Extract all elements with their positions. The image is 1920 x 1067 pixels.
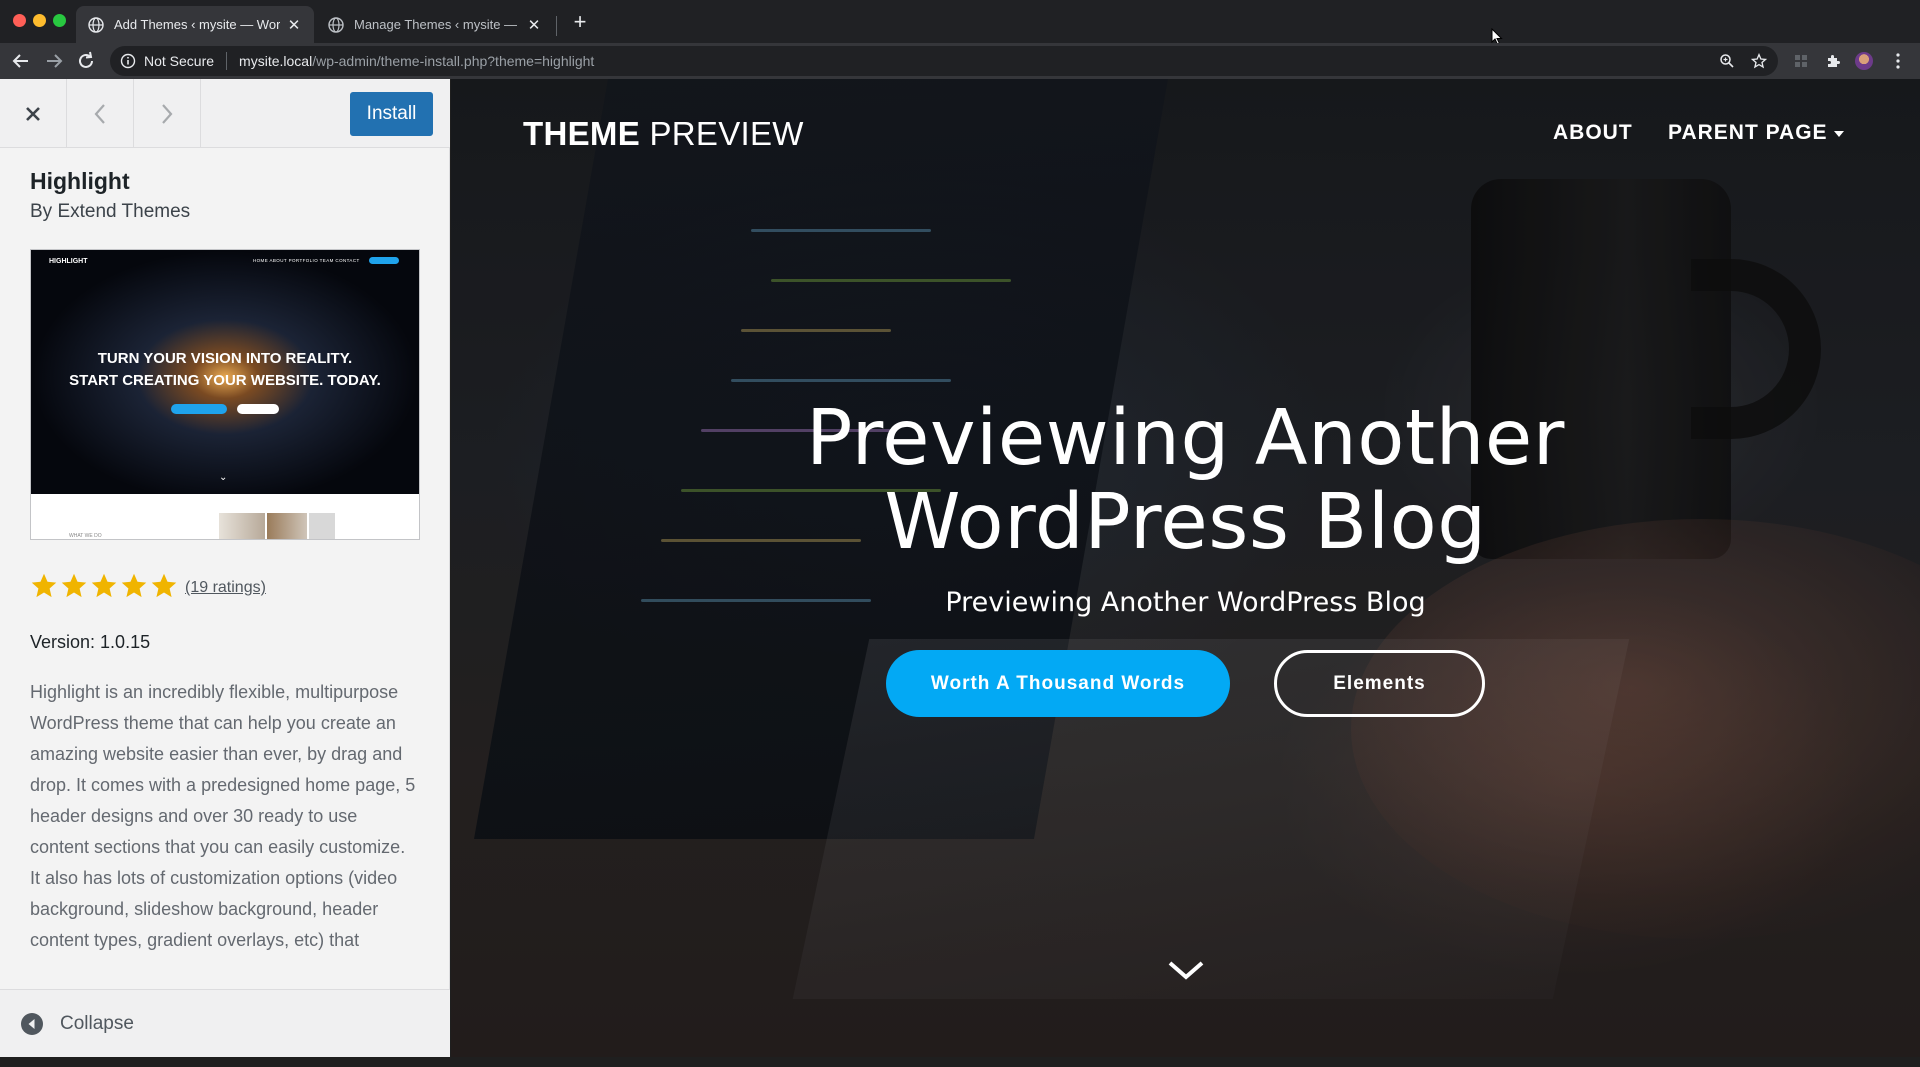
profile-avatar[interactable] [1855, 52, 1873, 70]
url-host: mysite.local [239, 53, 313, 69]
hero-title-line2: WordPress Blog [884, 478, 1487, 567]
screenshot-image [309, 513, 335, 539]
chevron-down-icon: ⌄ [219, 472, 228, 483]
collapse-button[interactable]: Collapse [0, 989, 450, 1057]
close-icon[interactable]: ✕ [286, 16, 302, 34]
browser-toolbar: Not Secure mysite.local/wp-admin/theme-i… [0, 43, 1920, 79]
extensions-icon[interactable] [1822, 50, 1844, 72]
close-icon[interactable]: ✕ [526, 16, 542, 34]
close-preview-button[interactable] [0, 79, 67, 148]
tab-separator [556, 16, 557, 36]
screenshot-section-label: WHAT WE DO [69, 533, 102, 539]
star-icon [31, 573, 57, 598]
window-zoom-button[interactable] [53, 14, 66, 27]
screenshot-primary-button [171, 404, 227, 414]
nav-parent-page[interactable]: PARENT PAGE [1668, 121, 1844, 145]
star-bookmark-icon[interactable] [1744, 46, 1774, 76]
zoom-icon[interactable] [1712, 46, 1742, 76]
screenshot-headline-line2: START CREATING YOUR WEBSITE. TODAY. [69, 372, 381, 389]
chevron-down-icon[interactable] [1164, 955, 1208, 985]
nav-parent-label: PARENT PAGE [1668, 121, 1828, 144]
theme-name: Highlight [30, 168, 130, 194]
window-close-button[interactable] [13, 14, 26, 27]
globe-icon [88, 16, 104, 33]
close-icon [26, 106, 40, 121]
theme-author: By Extend Themes [30, 201, 191, 222]
browser-tab-bar: Add Themes ‹ mysite — WordPress ✕ Manage… [0, 0, 1920, 46]
tab-title: Manage Themes ‹ mysite — WordPress [354, 17, 520, 32]
screenshot-headline-line1: TURN YOUR VISION INTO REALITY. [97, 350, 353, 367]
address-divider [226, 52, 228, 70]
panel-header: Install [0, 79, 450, 148]
nav-about[interactable]: ABOUT [1553, 121, 1633, 145]
install-button[interactable]: Install [350, 92, 433, 136]
site-title[interactable]: THEME PREVIEW [523, 115, 804, 153]
chevron-left-icon [94, 103, 105, 124]
screenshot-image [219, 513, 265, 539]
apps-icon[interactable] [1790, 50, 1812, 72]
theme-details-panel: Install Highlight By Extend Themes HIGHL… [0, 79, 450, 1057]
theme-version: Version: 1.0.15 [30, 632, 151, 652]
hero-title-line1: Previewing Another [806, 394, 1565, 483]
star-icon [61, 573, 87, 598]
theme-screenshot: HIGHLIGHT HOME ABOUT PORTFOLIO TEAM CONT… [30, 249, 420, 540]
screenshot-logo: HIGHLIGHT [49, 258, 88, 265]
site-title-bold: THEME [523, 115, 640, 152]
star-icon [91, 573, 117, 598]
info-icon[interactable] [120, 53, 136, 69]
star-icon [121, 573, 147, 598]
url-path: /wp-admin/theme-install.php?theme=highli… [312, 53, 595, 69]
chevron-right-icon [162, 103, 173, 124]
reload-icon[interactable] [75, 50, 97, 72]
hero-subtitle: Previewing Another WordPress Blog [945, 587, 1426, 618]
back-icon[interactable] [10, 50, 32, 72]
screenshot-headline: TURN YOUR VISION INTO REALITY. START CRE… [31, 348, 419, 392]
screenshot-nav-button [369, 257, 399, 264]
address-bar[interactable]: Not Secure mysite.local/wp-admin/theme-i… [110, 46, 1778, 76]
tab-title: Add Themes ‹ mysite — WordPress [114, 17, 280, 32]
next-theme-button[interactable] [134, 79, 201, 148]
hero-title: Previewing Another WordPress Blog [451, 397, 1920, 565]
globe-icon [328, 16, 344, 33]
security-label: Not Secure [144, 53, 215, 69]
collapse-label: Collapse [60, 1012, 134, 1034]
hero-primary-button[interactable]: Worth A Thousand Words [886, 650, 1230, 717]
star-icon [151, 573, 177, 598]
collapse-icon [21, 1012, 43, 1035]
theme-preview-frame: THEME PREVIEW ABOUT PARENT PAGE Previewi… [451, 79, 1920, 1057]
plus-icon[interactable]: + [568, 10, 592, 34]
hero-overlay [451, 79, 1920, 1057]
menu-icon[interactable] [1887, 50, 1909, 72]
caret-down-icon [1833, 131, 1844, 137]
screenshot-secondary-button [237, 404, 279, 414]
hero-secondary-button[interactable]: Elements [1274, 650, 1485, 717]
screenshot-nav: HOME ABOUT PORTFOLIO TEAM CONTACT [253, 258, 360, 263]
site-title-light: PREVIEW [649, 115, 804, 152]
previous-theme-button[interactable] [67, 79, 134, 148]
tab-add-themes[interactable]: Add Themes ‹ mysite — WordPress ✕ [76, 6, 314, 43]
rating-stars [30, 572, 180, 600]
window-minimize-button[interactable] [33, 14, 46, 27]
tab-manage-themes[interactable]: Manage Themes ‹ mysite — WordPress ✕ [316, 6, 554, 43]
ratings-link[interactable]: (19 ratings) [185, 579, 266, 597]
forward-icon[interactable] [43, 50, 65, 72]
screenshot-image [267, 513, 307, 539]
